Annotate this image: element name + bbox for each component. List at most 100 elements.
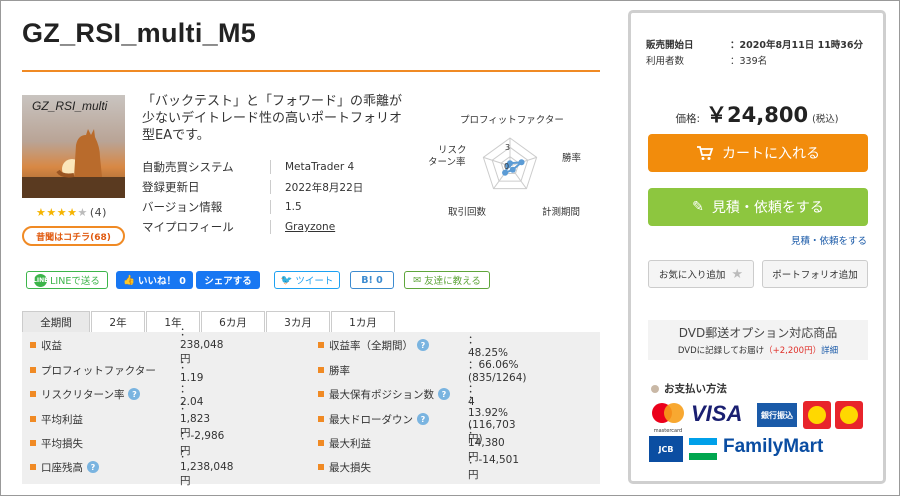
tab-all[interactable]: 全期間: [22, 311, 90, 333]
info-row: バージョン情報 1.5: [142, 197, 414, 217]
familymart-logo: FamilyMart: [723, 436, 824, 457]
radar-point: [518, 159, 525, 166]
line-icon: LINE: [33, 273, 48, 287]
stat-row: 最大損失 ：-14,501円: [318, 454, 519, 481]
radar-tick-zero: 0: [504, 162, 509, 171]
info-row: マイプロフィール Grayzone: [142, 217, 414, 237]
bullet-icon: [651, 384, 659, 393]
stat-row: 収益率（全期間）? ：48.25%: [318, 334, 508, 359]
payment-title-text: お支払い方法: [664, 383, 727, 395]
add-to-cart-label: カートに入れる: [722, 146, 820, 162]
thumbnail-caption: GZ_RSI_multi: [32, 99, 108, 113]
info-separator: [270, 220, 271, 234]
line-share-button[interactable]: LINE LINEで送る: [26, 271, 108, 289]
price-value: ￥24,800: [706, 103, 809, 127]
stat-value: ：48.25%: [468, 333, 509, 359]
stat-row: 最大利益 ：14,380円: [318, 424, 505, 463]
sale-start-row: 販売開始日 ：2020年8月11日 11時36分: [646, 37, 863, 51]
hatena-bookmark-button[interactable]: B! 0: [350, 271, 394, 289]
cart-icon: [697, 146, 714, 160]
payment-methods-title: お支払い方法: [651, 381, 727, 396]
stat-row: 平均損失 ：-2,986円: [30, 430, 224, 457]
radar-tick-max: 3: [505, 143, 510, 152]
help-icon[interactable]: ?: [87, 461, 99, 473]
tab-2y[interactable]: 2年: [91, 311, 145, 333]
tell-friend-label: 友達に教える: [424, 276, 481, 287]
familymart-icon: [689, 438, 717, 460]
stat-key: リスクリターン率: [41, 388, 125, 401]
info-separator: [270, 180, 271, 194]
mail-icon: ✉: [413, 274, 422, 286]
stat-row: プロフィットファクター ：1.19: [30, 359, 203, 384]
stat-row: 最大保有ポジション数? ：4: [318, 383, 479, 408]
purchase-sidebar: 販売開始日 ：2020年8月11日 11時36分 利用者数 ：339名 価格: …: [628, 10, 886, 484]
d-payment-logo-1: [803, 401, 831, 429]
dvd-title: DVD郵送オプション対応商品: [678, 326, 838, 340]
mastercard-icon: [652, 403, 684, 423]
users-value: ：339名: [730, 56, 768, 67]
stat-key: 最大ドローダウン: [329, 413, 413, 426]
add-to-cart-button[interactable]: カートに入れる: [648, 134, 868, 172]
info-key: 自動売買システム: [142, 160, 234, 174]
stat-key: 収益率（全期間）: [329, 339, 413, 352]
product-title: GZ_RSI_multi_M5: [22, 18, 257, 48]
stat-key: 最大保有ポジション数: [329, 388, 434, 401]
radar-point: [509, 166, 516, 173]
sale-start-label: 販売開始日: [646, 40, 694, 51]
add-favorite-button[interactable]: お気に入り追加 ★: [648, 260, 754, 288]
stats-panel: 収益 ：238,048円 プロフィットファクター ：1.19 リスクリターン率? ：2…: [22, 326, 600, 487]
review-button[interactable]: 昔聞はコチラ(68): [22, 226, 125, 246]
tweet-button[interactable]: 🐦 ツイート: [274, 271, 340, 289]
help-icon[interactable]: ?: [438, 388, 450, 400]
line-share-label: LINEで送る: [50, 276, 100, 287]
help-icon[interactable]: ?: [417, 413, 429, 425]
price: 価格: ￥24,800 (税込): [631, 99, 883, 129]
request-quote-button[interactable]: ✎ 見積・依頼をする: [648, 188, 868, 226]
info-key: マイプロフィール: [142, 220, 234, 234]
radar-label-win-rate: 勝率: [562, 153, 582, 164]
visa-logo: VISA: [691, 401, 743, 426]
help-icon[interactable]: ?: [417, 339, 429, 351]
radar-chart: 30 プロフィットファクター 勝率 計測期間 取引回数 リスク ターン率: [418, 112, 588, 222]
info-row: 自動売買システム MetaTrader 4: [142, 157, 414, 177]
stat-key: 最大利益: [329, 437, 371, 450]
stat-key: プロフィットファクター: [41, 364, 156, 377]
help-icon[interactable]: ?: [128, 388, 141, 400]
info-value: MetaTrader 4: [285, 161, 355, 173]
stat-key: 収益: [41, 339, 62, 352]
add-favorite-label: お気に入り追加: [658, 270, 726, 281]
product-thumbnail[interactable]: GZ_RSI_multi: [22, 95, 125, 198]
tweet-label: ツイート: [295, 276, 334, 287]
dvd-price: （+2,200円）: [764, 346, 822, 356]
radar-label-trades: 取引回数: [448, 207, 487, 218]
quote-link[interactable]: 見積・依頼をする: [631, 233, 867, 247]
info-row: 登録更新日 2022年8月22日: [142, 177, 414, 197]
stat-row: 口座残高? ：1,238,048円: [30, 448, 233, 487]
stat-key: 最大損失: [329, 461, 371, 474]
dvd-detail-link[interactable]: 詳細: [821, 346, 838, 356]
add-portfolio-button[interactable]: ポートフォリオ追加: [762, 260, 868, 288]
profile-link[interactable]: Grayzone: [285, 221, 335, 233]
users-label: 利用者数: [646, 56, 685, 67]
title-divider: [22, 70, 600, 72]
request-quote-label: 見積・依頼をする: [711, 200, 824, 216]
stat-value: ：1,238,048円: [180, 448, 234, 487]
info-value: 2022年8月22日: [285, 181, 364, 194]
stat-key: 口座残高: [41, 461, 83, 474]
tell-friend-button[interactable]: ✉ 友達に教える: [404, 271, 490, 289]
stat-row: 平均利益 ：1,823円: [30, 400, 210, 439]
info-separator: [270, 160, 271, 174]
tab-3m[interactable]: 3カ月: [266, 311, 330, 333]
stat-key: 勝率: [329, 364, 350, 377]
facebook-like-button[interactable]: 👍 いいね！ 0: [116, 271, 193, 289]
facebook-share-button[interactable]: シェアする: [196, 271, 260, 289]
rating-count: (4): [89, 206, 107, 219]
product-info-list: 自動売買システム MetaTrader 4 登録更新日 2022年8月22日 バ…: [142, 157, 414, 237]
stat-value: ：-14,501円: [468, 454, 520, 481]
stat-row: 収益 ：238,048円: [30, 326, 223, 365]
info-value: 1.5: [285, 201, 302, 213]
sale-start-value: ：2020年8月11日 11時36分: [730, 40, 864, 51]
stat-value: ：66.06% (835/1264): [468, 358, 527, 384]
users-row: 利用者数 ：339名: [646, 53, 767, 67]
tab-1m[interactable]: 1カ月: [331, 311, 395, 333]
